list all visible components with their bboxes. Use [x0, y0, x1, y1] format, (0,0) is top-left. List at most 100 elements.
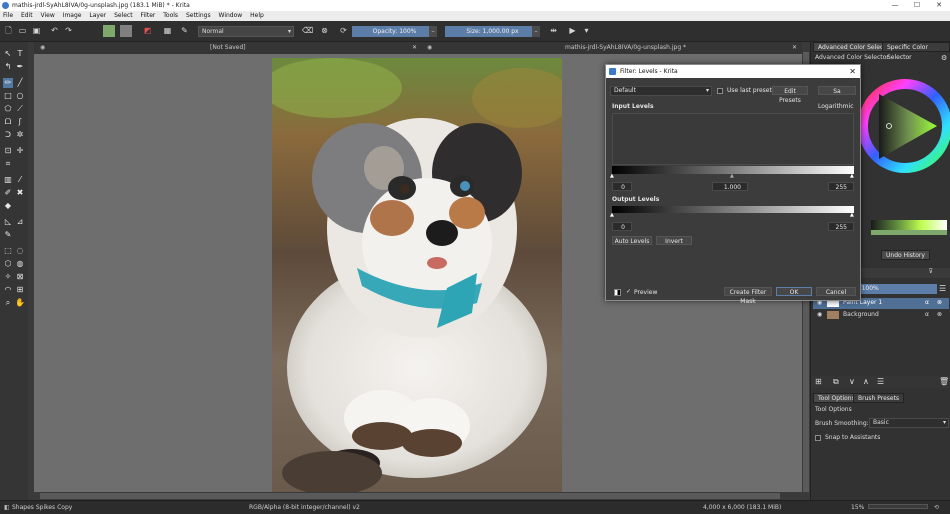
- reload-preset-icon[interactable]: ⟳: [339, 26, 348, 36]
- move-down-icon[interactable]: ∨: [849, 377, 855, 386]
- inherit-alpha-icon[interactable]: ⊗: [937, 299, 942, 306]
- undo-icon[interactable]: ↶: [50, 26, 59, 36]
- mirror-vertical-icon[interactable]: ▶: [568, 26, 577, 36]
- polygon-icon[interactable]: ⬠: [3, 104, 13, 114]
- open-document-icon[interactable]: ▭: [18, 26, 27, 36]
- redo-icon[interactable]: ↷: [64, 26, 73, 36]
- menu-file[interactable]: File: [0, 11, 16, 21]
- move-icon[interactable]: ✛: [15, 146, 25, 156]
- split-preview-icon[interactable]: [614, 289, 621, 296]
- scroll-thumb[interactable]: [40, 493, 780, 499]
- magnetic-select-icon[interactable]: ⊞: [15, 285, 25, 295]
- polygon-select-icon[interactable]: ⬡: [3, 259, 13, 269]
- freehand-path-icon[interactable]: ʃ: [15, 117, 25, 127]
- visibility-eye-icon[interactable]: ◉: [817, 311, 822, 318]
- text-icon[interactable]: T: [15, 49, 25, 59]
- pan-icon[interactable]: ✋: [15, 298, 25, 308]
- settings-icon[interactable]: ⚙: [941, 54, 947, 62]
- cancel-button[interactable]: Cancel: [816, 287, 856, 296]
- alpha-lock-icon[interactable]: α: [925, 311, 929, 318]
- brush-smoothing-select[interactable]: Basic ▾: [869, 418, 949, 428]
- output-white-field[interactable]: 255: [828, 222, 854, 231]
- line-icon[interactable]: ╱: [15, 78, 25, 88]
- output-black-handle[interactable]: ▲: [610, 212, 614, 218]
- measure-icon[interactable]: ◺: [3, 217, 13, 227]
- freehand-select-icon[interactable]: ◍: [15, 259, 25, 269]
- dynamic-brush-icon[interactable]: ᑐ: [3, 130, 13, 140]
- tab-main-document[interactable]: mathis-jrdl-SyAhL8IVA/0g-unsplash.jpg *: [565, 42, 686, 54]
- close-tab-icon[interactable]: ✕: [792, 42, 797, 54]
- preserve-alpha-icon[interactable]: ⊗: [320, 26, 329, 36]
- bezier-icon[interactable]: ᗝ: [3, 117, 13, 127]
- input-white-handle[interactable]: ▲: [850, 173, 854, 179]
- create-filter-mask-button[interactable]: Create Filter Mask: [724, 287, 772, 305]
- pin-icon[interactable]: ✎: [3, 230, 13, 240]
- brush-icon[interactable]: ✏: [3, 78, 13, 88]
- layer-menu-icon[interactable]: ☰: [877, 377, 884, 386]
- preview-checkmark-icon[interactable]: ✓: [626, 288, 631, 295]
- save-document-icon[interactable]: ▣: [32, 26, 41, 36]
- inherit-alpha-icon[interactable]: ⊗: [937, 311, 942, 318]
- menu-select[interactable]: Select: [111, 11, 136, 21]
- contiguous-select-icon[interactable]: ✧: [3, 272, 13, 282]
- calligraphy-icon[interactable]: ✒: [15, 62, 25, 72]
- tab-not-saved[interactable]: [Not Saved]: [210, 42, 246, 54]
- menu-tools[interactable]: Tools: [160, 11, 181, 21]
- new-document-icon[interactable]: 🗋: [4, 26, 13, 36]
- add-layer-icon[interactable]: ⊞: [815, 377, 822, 386]
- similar-select-icon[interactable]: ⊠: [15, 272, 25, 282]
- menu-layer[interactable]: Layer: [86, 11, 109, 21]
- tab-undo-history[interactable]: Undo History: [881, 250, 930, 260]
- close-tab-icon[interactable]: ✕: [412, 42, 417, 54]
- bezier-select-icon[interactable]: ◠: [3, 285, 13, 295]
- multibrush-icon[interactable]: ✲: [15, 130, 25, 140]
- output-white-handle[interactable]: ▲: [850, 212, 854, 218]
- input-black-field[interactable]: 0: [612, 182, 632, 191]
- close-icon[interactable]: ✕: [849, 65, 856, 78]
- layer-properties-icon[interactable]: ☰: [939, 284, 946, 293]
- foreground-color-swatch[interactable]: [103, 25, 115, 37]
- blend-mode-select[interactable]: Normal ▾: [198, 26, 294, 37]
- layer-name[interactable]: Background: [843, 311, 879, 318]
- select-icon[interactable]: ↖: [3, 49, 13, 59]
- swap-colors-icon[interactable]: ◩: [143, 26, 152, 36]
- tab-specific-color-selector[interactable]: Specific Color Selector: [882, 42, 950, 61]
- fill-patterns-icon[interactable]: ▦: [163, 26, 172, 36]
- ellipse-select-icon[interactable]: ◌: [15, 246, 25, 256]
- size-slider[interactable]: Size: 1,000.00 px –: [445, 26, 540, 37]
- edit-presets-button[interactable]: Edit Presets: [772, 86, 808, 104]
- filter-icon[interactable]: ⊽: [929, 268, 933, 275]
- input-gamma-field[interactable]: 1.000: [712, 182, 748, 191]
- layer-row[interactable]: ◉ Background α ⊗: [813, 310, 949, 321]
- auto-levels-button[interactable]: Auto Levels: [612, 236, 652, 245]
- assistant-icon[interactable]: ◆: [3, 201, 13, 211]
- menu-view[interactable]: View: [38, 11, 58, 21]
- brush-presets-icon[interactable]: ✎: [180, 26, 189, 36]
- mirror-horizontal-icon[interactable]: ⇹: [549, 26, 558, 36]
- reference-icon[interactable]: ⊿: [15, 217, 25, 227]
- logarithmic-toggle[interactable]: Logarithmic: [818, 103, 854, 110]
- polyline-icon[interactable]: ⟋: [15, 104, 25, 114]
- menu-edit[interactable]: Edit: [18, 11, 36, 21]
- preset-select[interactable]: Default ▾: [610, 86, 712, 96]
- color-shade-strip[interactable]: [871, 220, 947, 230]
- ok-button[interactable]: OK: [776, 287, 812, 296]
- edit-shape-icon[interactable]: ↰: [3, 62, 13, 72]
- use-last-preset-checkbox[interactable]: [717, 88, 723, 94]
- delete-layer-icon[interactable]: 🗑: [939, 377, 949, 386]
- rect-select-icon[interactable]: ⬚: [3, 246, 13, 256]
- workspace-chooser-icon[interactable]: ▾: [582, 26, 591, 36]
- smart-patch-icon[interactable]: ✐: [3, 188, 13, 198]
- fill-icon[interactable]: ✖: [15, 188, 25, 198]
- transform-icon[interactable]: ⊡: [3, 146, 13, 156]
- maximize-button[interactable]: ☐: [910, 0, 924, 11]
- save-preset-button[interactable]: Sa: [818, 86, 856, 95]
- menu-filter[interactable]: Filter: [138, 11, 159, 21]
- color-wheel[interactable]: [859, 64, 950, 184]
- input-white-field[interactable]: 255: [828, 182, 854, 191]
- rotate-icon[interactable]: ⟲: [934, 501, 939, 514]
- menu-window[interactable]: Window: [216, 11, 246, 21]
- horizontal-scrollbar[interactable]: [34, 492, 802, 500]
- tab-brush-presets[interactable]: Brush Presets: [853, 393, 905, 403]
- invert-button[interactable]: Invert: [656, 236, 692, 245]
